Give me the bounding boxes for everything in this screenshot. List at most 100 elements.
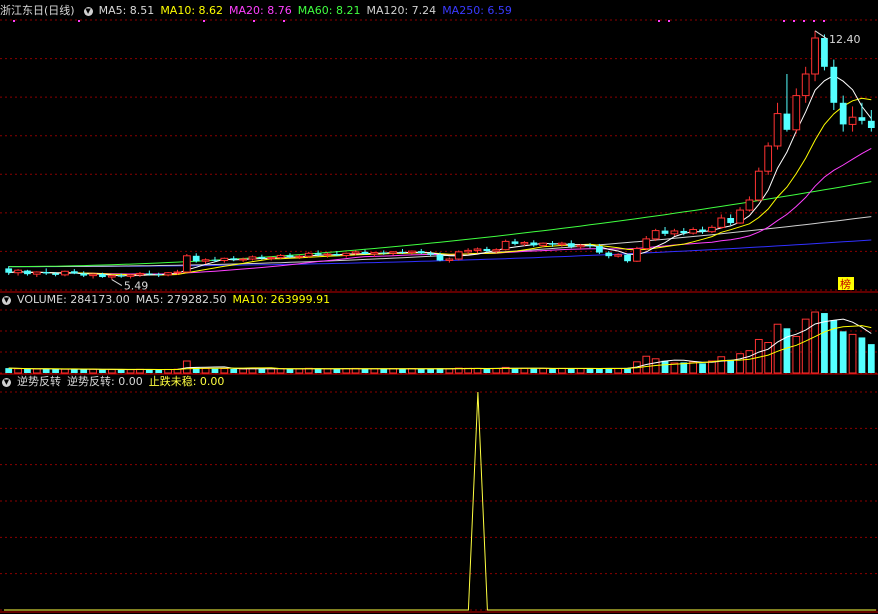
candle-body (858, 117, 866, 121)
signal-dot (253, 20, 255, 22)
volume-bar (126, 369, 135, 374)
volume-bar (492, 368, 501, 374)
candle-body (511, 241, 519, 244)
candle-body (539, 242, 548, 246)
candle-body (145, 273, 153, 275)
candle-body (624, 254, 631, 262)
volume-bar (558, 367, 566, 374)
candle-body (351, 251, 360, 254)
ma60-readout: MA60: 8.21 (297, 4, 361, 17)
candle-body (473, 248, 482, 251)
candle-body (699, 229, 706, 232)
volume-bar (530, 368, 538, 373)
volume-bar (211, 368, 219, 373)
volume-bar (14, 368, 22, 374)
candle-body (670, 230, 679, 235)
signal-dot (783, 20, 785, 22)
candle-body (117, 275, 125, 277)
candle-body (361, 251, 369, 254)
candle-body (436, 254, 444, 261)
candle-body (5, 268, 13, 273)
candle-body (333, 254, 341, 256)
volume-bar (295, 368, 304, 374)
low-marker-line (111, 279, 123, 286)
candle-body (848, 116, 857, 125)
candle-body (520, 241, 529, 245)
candle-body (727, 218, 735, 224)
volume-ma10-readout: MA10: 263999.91 (232, 293, 331, 306)
ma5-readout: MA5: 8.51 (98, 4, 155, 17)
volume-bar (576, 368, 585, 374)
candle-body (717, 217, 726, 228)
candle-body (614, 254, 623, 257)
volume-bar (773, 323, 782, 374)
candle-body (155, 274, 163, 276)
volume-bar (614, 368, 623, 374)
volume-bar (52, 369, 59, 373)
candle-body (295, 255, 304, 258)
volume-bar (230, 368, 238, 373)
volume-panel-header: ▼ VOLUME: 284173.00 MA5: 279282.50 MA10: 26… (0, 293, 336, 307)
candle-body (314, 253, 322, 255)
candle-body (530, 242, 538, 246)
volume-bar (586, 368, 594, 373)
volume-bar (370, 368, 379, 374)
candle-body (380, 252, 388, 254)
volume-bar (70, 369, 78, 373)
candle-body (42, 272, 50, 274)
volume-bar (239, 368, 247, 374)
candle-body (783, 113, 791, 130)
low-price-label: 5.49 (124, 280, 149, 293)
volume-bar (839, 331, 847, 373)
volume-bar (286, 368, 294, 373)
volume-bar (483, 368, 491, 373)
stock-chart[interactable]: 12.40 5.49 榜 (0, 0, 878, 614)
candle-body (821, 38, 828, 67)
volume-bar (107, 369, 116, 374)
volume-bar (858, 337, 866, 373)
volume-bar (661, 360, 669, 373)
candle-body (399, 251, 406, 253)
candle-body (454, 251, 463, 260)
candle-body (52, 273, 59, 275)
candle-body (24, 270, 31, 275)
volume-bar (314, 368, 322, 373)
volume-bar (745, 350, 754, 374)
volume-bar (5, 368, 13, 373)
indicator-name: 逆势反转 (17, 375, 61, 388)
signal-dot (803, 20, 805, 22)
candle-body (407, 250, 416, 254)
expand-icon[interactable]: ▼ (83, 6, 93, 16)
candle-body (492, 249, 501, 252)
volume-bar (539, 368, 548, 374)
candle-body (182, 255, 191, 273)
candle-body (136, 272, 144, 276)
volume-bar (61, 368, 69, 374)
volume-bar (848, 333, 857, 374)
candle-body (792, 95, 801, 131)
volume-bar (80, 369, 88, 373)
candle-body (173, 271, 182, 274)
candle-body (276, 254, 285, 259)
volume-bar (549, 368, 556, 373)
candle-body (70, 271, 78, 274)
candle-body (14, 269, 22, 274)
expand-icon[interactable]: ▼ (2, 377, 11, 387)
volume-bar (323, 368, 332, 374)
candle-body (267, 257, 276, 260)
volume-bar (380, 368, 388, 373)
candle-body (689, 229, 698, 234)
volume-bar (220, 368, 229, 374)
stock-title: 浙江东日(日线) (0, 4, 75, 17)
signal-dot (658, 20, 660, 22)
volume-bar (520, 367, 529, 374)
expand-icon[interactable]: ▼ (2, 295, 11, 305)
ma250-readout: MA250: 6.59 (442, 4, 512, 17)
ma20-readout: MA20: 8.76 (229, 4, 292, 17)
candle-body (323, 253, 332, 256)
volume-bar (42, 368, 50, 373)
volume-ma5-readout: MA5: 279282.50 (135, 293, 227, 306)
candle-body (342, 252, 351, 256)
candle-body (586, 245, 594, 247)
signal-dot (668, 20, 670, 22)
